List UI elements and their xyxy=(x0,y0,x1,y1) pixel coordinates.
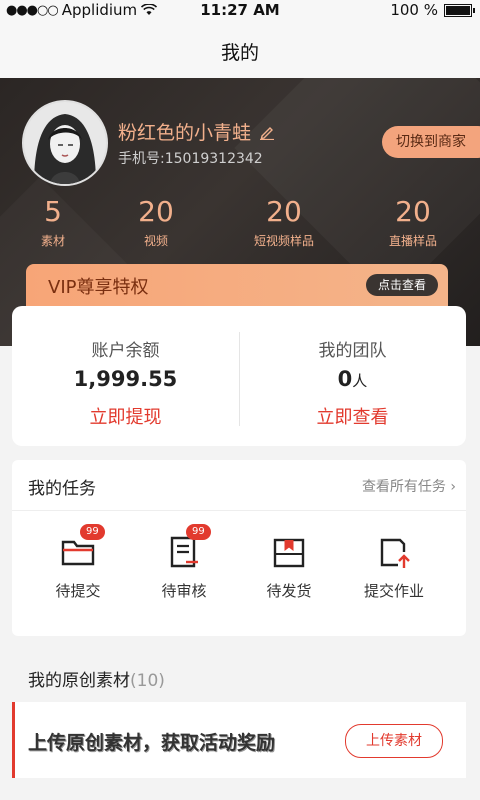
view-team-button[interactable]: 立即查看 xyxy=(239,403,466,429)
team-title: 我的团队 xyxy=(318,341,387,361)
upload-material-button[interactable]: 上传素材 xyxy=(345,724,443,758)
stat-live-samples[interactable]: 20 直播样品 xyxy=(363,196,463,249)
account-balance-value: 1,999.55 xyxy=(73,367,178,391)
stat-label: 视频 xyxy=(143,234,168,248)
stat-value: 20 xyxy=(138,195,174,228)
tasks-title: 我的任务 xyxy=(28,479,96,499)
package-icon xyxy=(269,532,309,572)
phone-number: 手机号:15019312342 xyxy=(118,151,263,167)
switch-merchant-button[interactable]: 切换到商家 xyxy=(382,126,480,158)
team-unit: 人 xyxy=(352,372,368,390)
stat-value: 20 xyxy=(266,195,302,228)
edit-icon[interactable] xyxy=(259,124,275,140)
nav-bar: 我的 xyxy=(0,20,480,80)
upload-banner-text: 上传原创素材，获取活动奖励 xyxy=(28,732,276,754)
section-count: (10) xyxy=(130,671,165,691)
task-label: 提交作业 xyxy=(363,582,424,600)
page-title: 我的 xyxy=(220,42,259,64)
stat-short-video-samples[interactable]: 20 短视频样品 xyxy=(234,196,334,249)
battery-percent: 100 % xyxy=(390,1,438,19)
task-label: 待发货 xyxy=(266,582,312,600)
account-balance: 账户余额 1,999.55 立即提现 xyxy=(12,306,239,446)
balance-card: 账户余额 1,999.55 立即提现 我的团队 0人 立即查看 xyxy=(12,306,466,446)
team-value: 0人 xyxy=(239,367,466,391)
task-submit-work[interactable]: 提交作业 xyxy=(344,532,444,601)
avatar[interactable] xyxy=(22,100,108,186)
stat-label: 直播样品 xyxy=(388,234,437,248)
upload-icon xyxy=(374,532,414,572)
section-title-text: 我的原创素材 xyxy=(28,671,130,691)
chevron-right-icon: › xyxy=(450,479,456,495)
avatar-image xyxy=(24,102,106,184)
tasks-panel: 我的任务 查看所有任务 › 99 待提交 99 待审核 待发货 提交作业 xyxy=(12,460,466,636)
status-bar: ●●●○○ Applidium 11:27 AM 100 % xyxy=(0,0,480,20)
vip-title: VIP尊享特权 xyxy=(48,277,149,298)
view-all-tasks-link[interactable]: 查看所有任务 › xyxy=(362,476,456,496)
task-label: 待提交 xyxy=(55,582,101,600)
accent-bar xyxy=(12,702,15,778)
username[interactable]: 粉红色的小青蛙 xyxy=(118,118,275,145)
task-badge: 99 xyxy=(186,524,211,540)
stat-videos[interactable]: 20 视频 xyxy=(106,196,206,249)
stat-value: 5 xyxy=(44,195,62,228)
view-all-tasks-label: 查看所有任务 xyxy=(361,479,446,495)
task-label: 待审核 xyxy=(161,582,207,600)
upload-banner: 上传原创素材，获取活动奖励 上传素材 xyxy=(12,702,466,778)
original-materials-title: 我的原创素材(10) xyxy=(28,666,165,691)
task-pending-review[interactable]: 99 待审核 xyxy=(134,524,234,601)
stat-value: 20 xyxy=(395,195,431,228)
vip-view-button[interactable]: 点击查看 xyxy=(365,274,438,296)
task-pending-shipment[interactable]: 待发货 xyxy=(239,532,339,601)
tasks-header: 我的任务 查看所有任务 › xyxy=(12,460,466,511)
battery-icon xyxy=(444,3,475,17)
task-pending-submit[interactable]: 99 待提交 xyxy=(28,524,128,601)
my-team: 我的团队 0人 立即查看 xyxy=(239,306,466,446)
team-count: 0 xyxy=(337,367,353,391)
stat-label: 素材 xyxy=(40,234,65,248)
withdraw-button[interactable]: 立即提现 xyxy=(12,403,239,429)
vip-banner[interactable]: VIP尊享特权 点击查看 xyxy=(26,264,448,308)
battery-info: 100 % xyxy=(390,1,475,19)
account-balance-title: 账户余额 xyxy=(91,341,160,361)
document-icon: 99 xyxy=(164,524,211,572)
folder-icon: 99 xyxy=(58,524,105,572)
username-text: 粉红色的小青蛙 xyxy=(118,122,252,144)
stat-label: 短视频样品 xyxy=(253,234,314,248)
task-badge: 99 xyxy=(80,524,105,540)
stat-materials[interactable]: 5 素材 xyxy=(3,196,103,249)
